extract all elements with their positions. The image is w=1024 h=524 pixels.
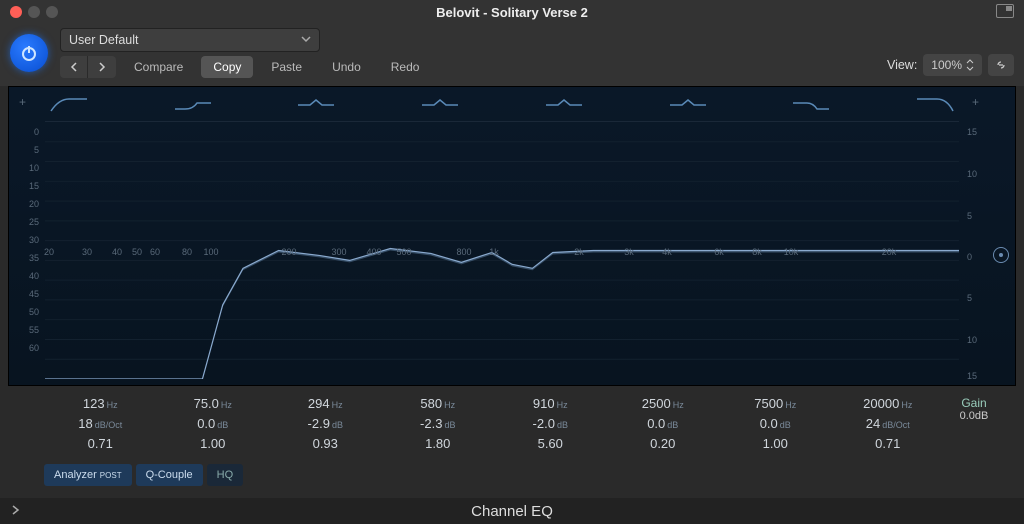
band-7-params[interactable]: 7500Hz 0.0dB 1.00	[719, 396, 832, 456]
titlebar: Belovit - Solitary Verse 2	[0, 0, 1024, 24]
band-type-row	[45, 95, 959, 115]
undo-button[interactable]: Undo	[320, 56, 373, 78]
x-2k: 2k	[574, 247, 584, 257]
x-20: 20	[44, 247, 54, 257]
band-5-params[interactable]: 910Hz -2.0dB 5.60	[494, 396, 607, 456]
master-gain-params[interactable]: Gain 0.0dB	[944, 396, 1004, 456]
band-3-params[interactable]: 294Hz -2.9dB 0.93	[269, 396, 382, 456]
view-label: View:	[887, 58, 917, 72]
y-left-5: 5	[15, 145, 39, 155]
y-left-40: 40	[15, 271, 39, 281]
x-1k: 1k	[489, 247, 499, 257]
toolbar: User Default Compare Copy Paste Undo Red…	[0, 24, 1024, 86]
y-right-15b: 15	[967, 371, 987, 381]
band-4-params[interactable]: 580Hz -2.3dB 1.80	[382, 396, 495, 456]
x-80: 80	[182, 247, 192, 257]
expand-footer-icon[interactable]	[10, 503, 22, 520]
y-left-20: 20	[15, 199, 39, 209]
plugin-footer: Channel EQ	[0, 498, 1024, 524]
x-8k: 8k	[752, 247, 762, 257]
band-1-params[interactable]: 123Hz 18dB/Oct 0.71	[44, 396, 157, 456]
eq-display[interactable]: + + 0 5 10 15 20 25 30 35 40 45 50 55 60…	[8, 86, 1016, 386]
copy-button[interactable]: Copy	[201, 56, 253, 78]
y-right-0: 0	[967, 252, 987, 262]
y-left-0: 0	[15, 127, 39, 137]
redo-button[interactable]: Redo	[379, 56, 432, 78]
zoom-value: 100%	[931, 58, 962, 72]
y-left-10: 10	[15, 163, 39, 173]
y-left-50: 50	[15, 307, 39, 317]
y-right-10a: 10	[967, 169, 987, 179]
link-button[interactable]	[988, 54, 1014, 76]
y-left-35: 35	[15, 253, 39, 263]
plus-icon-right: +	[972, 95, 979, 109]
band-icon-highshelf[interactable]	[787, 95, 835, 115]
y-right-5b: 5	[967, 293, 987, 303]
x-40: 40	[112, 247, 122, 257]
compare-button[interactable]: Compare	[122, 56, 195, 78]
band-icon-bell-4[interactable]	[664, 95, 712, 115]
footer-buttons: Analyzer POST Q-Couple HQ	[0, 462, 1024, 494]
x-800: 800	[456, 247, 471, 257]
x-400: 400	[366, 247, 381, 257]
x-6k: 6k	[714, 247, 724, 257]
power-button[interactable]	[10, 34, 48, 72]
x-4k: 4k	[662, 247, 672, 257]
x-30: 30	[82, 247, 92, 257]
y-right-15a: 15	[967, 127, 987, 137]
preset-dropdown[interactable]: User Default	[60, 28, 320, 52]
y-right-5a: 5	[967, 211, 987, 221]
y-left-15: 15	[15, 181, 39, 191]
band-icon-bell-1[interactable]	[292, 95, 340, 115]
y-left-60: 60	[15, 343, 39, 353]
analyzer-button[interactable]: Analyzer POST	[44, 464, 132, 486]
preset-nav	[60, 56, 116, 78]
band-8-params[interactable]: 20000Hz 24dB/Oct 0.71	[832, 396, 945, 456]
band-icon-bell-3[interactable]	[540, 95, 588, 115]
y-left-45: 45	[15, 289, 39, 299]
chevron-down-icon	[301, 33, 311, 47]
zoom-stepper[interactable]: 100%	[923, 54, 982, 76]
y-left-25: 25	[15, 217, 39, 227]
y-right-10b: 10	[967, 335, 987, 345]
x-100: 100	[203, 247, 218, 257]
q-couple-button[interactable]: Q-Couple	[136, 464, 203, 486]
band-2-params[interactable]: 75.0Hz 0.0dB 1.00	[157, 396, 270, 456]
x-60: 60	[150, 247, 160, 257]
plugin-name: Channel EQ	[471, 503, 553, 520]
band-params-row: 123Hz 18dB/Oct 0.71 75.0Hz 0.0dB 1.00 29…	[0, 386, 1024, 462]
master-gain-handle[interactable]	[993, 247, 1009, 263]
hq-button[interactable]: HQ	[207, 464, 244, 486]
snapshot-icon[interactable]	[996, 4, 1014, 18]
band-icon-lowshelf[interactable]	[169, 95, 217, 115]
paste-button[interactable]: Paste	[259, 56, 314, 78]
next-preset-button[interactable]	[88, 56, 116, 78]
stepper-arrows-icon	[966, 59, 974, 71]
band-icon-lowpass[interactable]	[911, 95, 959, 115]
prev-preset-button[interactable]	[60, 56, 88, 78]
y-left-55: 55	[15, 325, 39, 335]
x-10k: 10k	[784, 247, 799, 257]
plus-icon-left: +	[19, 95, 26, 109]
window-title: Belovit - Solitary Verse 2	[0, 5, 1024, 20]
x-200: 200	[281, 247, 296, 257]
x-3k: 3k	[624, 247, 634, 257]
x-300: 300	[331, 247, 346, 257]
y-left-30: 30	[15, 235, 39, 245]
preset-name: User Default	[69, 33, 138, 47]
x-50: 50	[132, 247, 142, 257]
band-6-params[interactable]: 2500Hz 0.0dB 0.20	[607, 396, 720, 456]
band-icon-highpass[interactable]	[45, 95, 93, 115]
band-icon-bell-2[interactable]	[416, 95, 464, 115]
x-20k: 20k	[882, 247, 897, 257]
x-500: 500	[396, 247, 411, 257]
